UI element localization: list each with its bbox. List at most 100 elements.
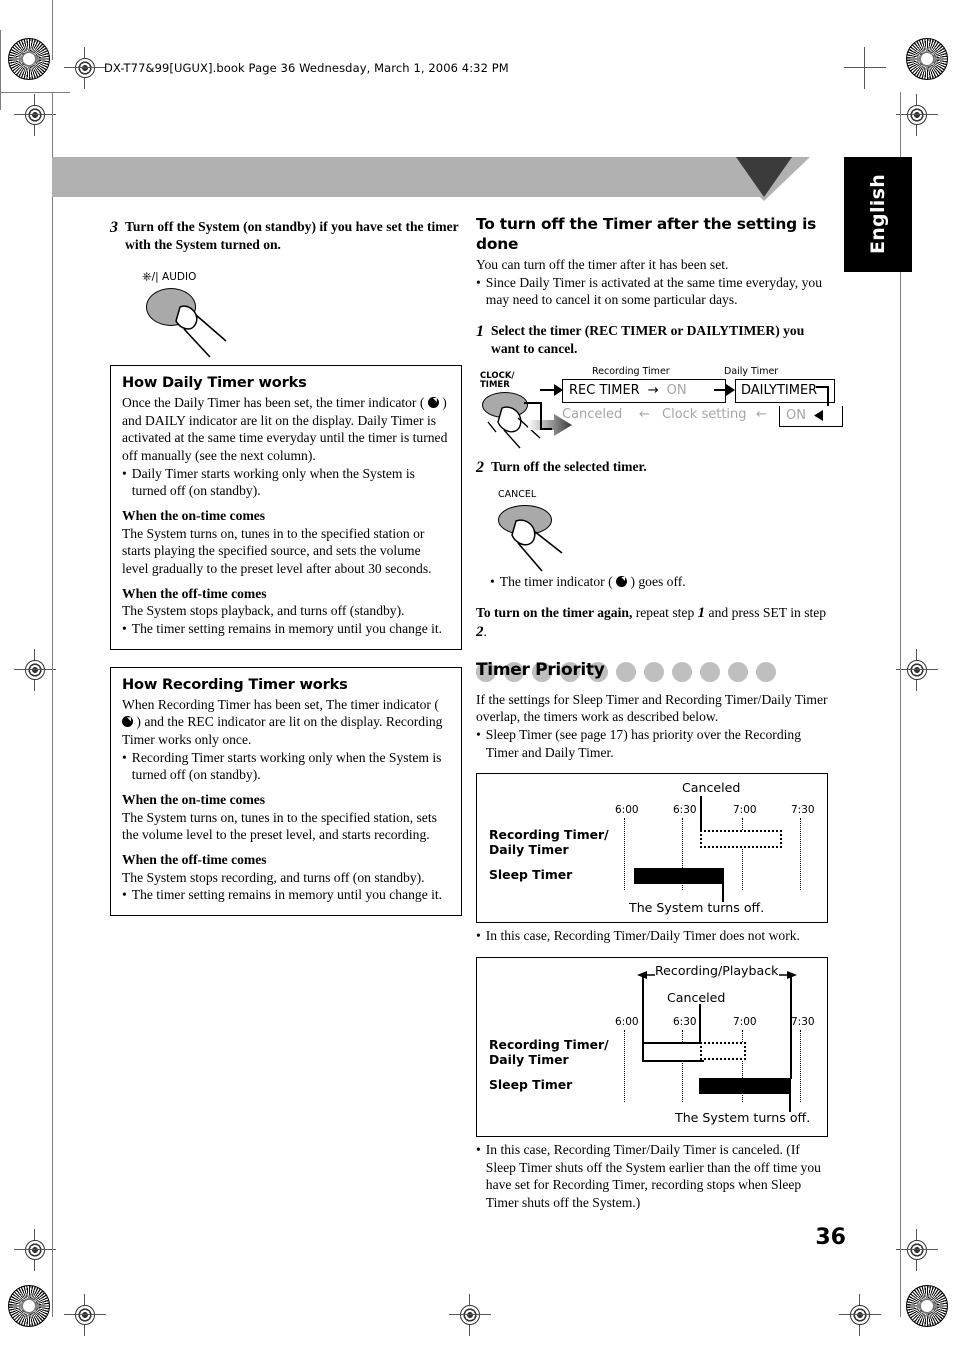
language-tab-label: English	[867, 173, 889, 255]
flow-arrow-left-2: ←	[756, 407, 767, 423]
timing-diagram-2: Recording/Playback Canceled 6:00 6:30 7:…	[476, 956, 828, 1137]
turn-on-again-step2: 2	[476, 624, 484, 641]
turn-on-again-bold: To turn on the timer again,	[476, 604, 633, 620]
bullet-dot: •	[476, 1141, 481, 1157]
left-column: 3 Turn off the System (on standby) if yo…	[110, 218, 462, 917]
timer-indicator-icon	[427, 397, 439, 409]
recording-box-bullet-2: • The timer setting remains in memory unt…	[122, 886, 450, 904]
how-daily-timer-works-box: How Daily Timer works Once the Daily Tim…	[110, 365, 462, 650]
registration-mark-top-right	[844, 47, 886, 89]
flow-arrow-left-1: ←	[639, 407, 650, 423]
recording-on-time-text: The System turns on, tunes in to the spe…	[122, 809, 437, 843]
bullet-dot: •	[122, 621, 127, 637]
recording-on-time-heading: When the on-time comes	[122, 792, 266, 808]
recording-box-p1b: ) and the REC indicator are lit on the d…	[122, 714, 443, 748]
diagram1-sleep-bar	[634, 868, 724, 885]
print-star-target-top-right	[906, 38, 948, 80]
turn-off-timer-intro: You can turn off the timer after it has …	[476, 257, 729, 273]
crop-frame-left	[52, 92, 53, 1317]
diagram1-tick-600: 6:00	[615, 804, 639, 817]
daily-box-title: How Daily Timer works	[122, 374, 307, 392]
diagram2-gridline-600	[624, 1029, 625, 1102]
bullet-dot: •	[476, 274, 481, 290]
diagram1-system-off-label: The System turns off.	[629, 900, 765, 916]
flow-box-arrow: →	[647, 382, 659, 398]
turn-on-again-c: .	[483, 624, 487, 640]
flow-box-rec-on: ON	[666, 382, 687, 398]
registration-mark-right-mid	[896, 649, 938, 691]
timer-priority-intro: If the settings for Sleep Timer and Reco…	[476, 691, 828, 725]
diagram2-span-left-edge	[642, 974, 644, 1045]
registration-mark-left-upper	[14, 94, 56, 136]
turn-on-again-a: repeat step	[632, 604, 698, 620]
diagram1-tick-730: 7:30	[791, 804, 815, 817]
diagram2-tick-730: 7:30	[791, 1015, 815, 1028]
caption-daily-timer: Daily Timer	[724, 366, 779, 378]
deco-dot	[644, 661, 664, 682]
book-file-header: DX-T77&99[UGUX].book Page 36 Wednesday, …	[104, 61, 509, 75]
diagram2-canceled-pointer	[699, 1003, 701, 1044]
daily-on-time-text: The System turns on, tunes in to the spe…	[122, 525, 432, 577]
recording-box-title: How Recording Timer works	[122, 675, 348, 693]
clock-timer-label-line2: TIMER	[480, 380, 510, 391]
diagram2-row-label-recording: Recording Timer/Daily Timer	[489, 1036, 609, 1067]
step-1: 1 Select the timer (REC TIMER or DAILYTI…	[476, 322, 828, 357]
step-1-number: 1	[476, 323, 484, 341]
timer-indicator-icon	[122, 716, 133, 728]
arrow-left-icon	[814, 410, 823, 422]
turn-off-timer-heading: To turn off the Timer after the setting …	[476, 215, 817, 254]
flow-box-daily-on-label: ON	[786, 407, 806, 423]
registration-mark-right-lower	[896, 1229, 938, 1271]
diagram1-canceled-label: Canceled	[682, 780, 741, 796]
recording-box-bullet-2-text: The timer setting remains in memory unti…	[131, 887, 443, 903]
diagram1-canceled-pointer	[700, 796, 702, 831]
how-recording-timer-works-box: How Recording Timer works When Recording…	[110, 666, 462, 917]
registration-mark-bottom-left	[64, 1294, 106, 1336]
crop-line-top-left-v	[52, 0, 53, 60]
timer-priority-bullet-text: Sleep Timer (see page 17) has priority o…	[485, 726, 801, 760]
flow-wrap-top	[816, 386, 829, 389]
step-2-number: 2	[476, 459, 484, 477]
crop-box-top-left	[0, 30, 1, 110]
cancel-button-illustration: CANCEL	[476, 489, 828, 573]
diagram1-gridline-730	[800, 818, 801, 891]
daily-box-bullet-2-text: The timer setting remains in memory unti…	[131, 621, 443, 637]
recording-box-bullet-1-text: Recording Timer starts working only when…	[131, 749, 442, 783]
diagram2-system-off-label: The System turns off.	[675, 1109, 811, 1125]
daily-box-bullet-1-text: Daily Timer starts working only when the…	[131, 465, 415, 499]
flow-connector-h2	[540, 428, 552, 431]
print-star-target-bottom-left	[8, 1285, 50, 1327]
bullet-dot: •	[122, 749, 127, 765]
diagram1-tick-630: 6:30	[673, 804, 697, 817]
recording-box-paragraph: When Recording Timer has been set, The t…	[122, 696, 443, 748]
flow-connector-v1	[540, 402, 542, 431]
diagram1-row-label-sleep: Sleep Timer	[489, 867, 573, 883]
deco-dot	[672, 661, 692, 682]
diagram2-row-label-sleep: Sleep Timer	[489, 1076, 573, 1092]
diagram1-tick-700: 7:00	[733, 804, 757, 817]
step-3-number: 3	[110, 219, 118, 236]
deco-dot	[756, 661, 776, 682]
recording-off-time-text: The System stops recording, and turns of…	[122, 869, 425, 885]
flow-box-rec-timer-label: REC TIMER	[569, 382, 640, 398]
timer-priority-bullet: • Sleep Timer (see page 17) has priority …	[476, 726, 828, 761]
daily-box-bullet-1: • Daily Timer starts working only when th…	[122, 465, 450, 500]
step-2: 2 Turn off the selected timer.	[476, 458, 828, 479]
finger-pointer-icon	[511, 519, 563, 572]
bullet-dot: •	[476, 726, 481, 742]
step-2-text: Turn off the selected timer.	[491, 459, 647, 475]
registration-mark-top-left	[64, 47, 106, 89]
step-3-text: Turn off the System (on standby) if you …	[125, 219, 459, 252]
diagram2-gridline-630	[682, 1029, 683, 1102]
flow-box-rec-timer: REC TIMER → ON	[562, 379, 726, 404]
diagram2-tick-630: 6:30	[673, 1015, 697, 1028]
print-star-target-bottom-right	[906, 1285, 948, 1327]
diagram2-tick-700: 7:00	[733, 1015, 757, 1028]
caption-recording-timer: Recording Timer	[592, 366, 670, 378]
bullet-dot: •	[122, 465, 127, 481]
registration-mark-right-upper	[896, 94, 938, 136]
header-band-triangle-dark	[736, 157, 792, 197]
turn-on-again-b: and press SET in step	[705, 604, 827, 620]
diagram2-recording-playback-label: Recording/Playback	[655, 962, 779, 978]
bullet-dot: •	[122, 887, 127, 903]
